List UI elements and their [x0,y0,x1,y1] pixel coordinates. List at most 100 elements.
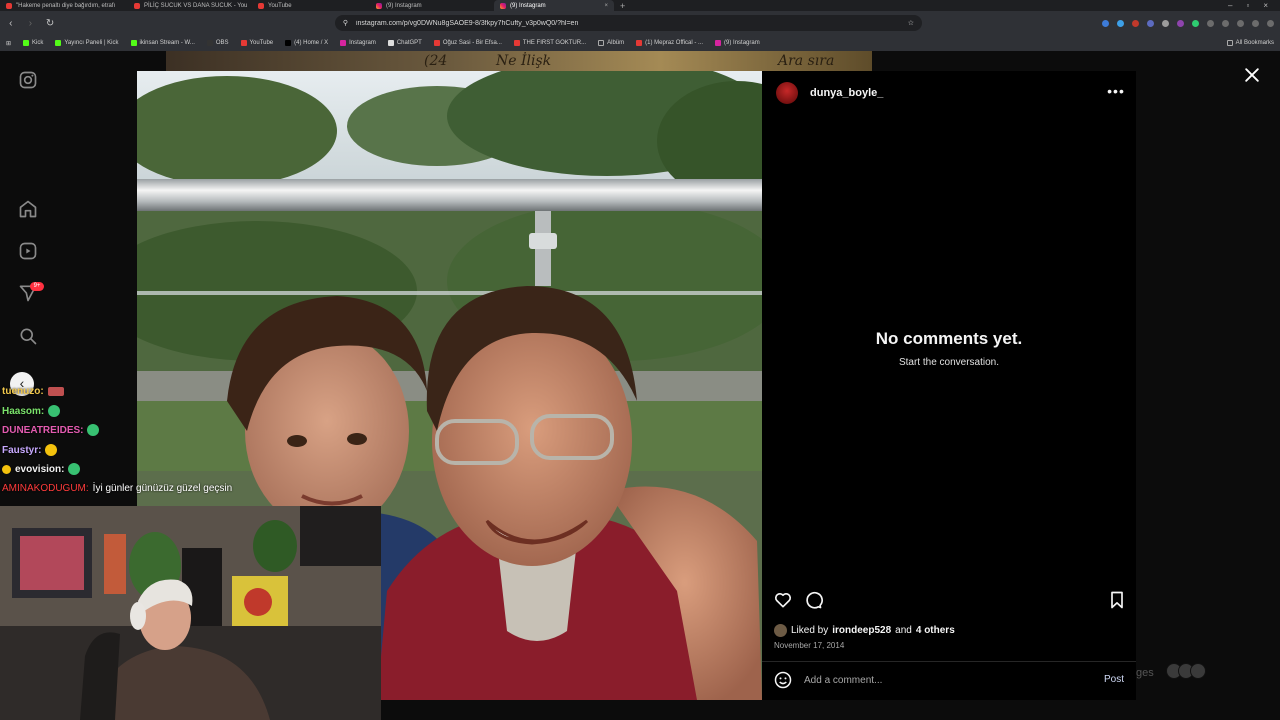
comment-icon[interactable] [803,590,823,610]
background-text: Ne İlişk [496,53,552,69]
close-icon[interactable] [1242,65,1262,85]
comment-input[interactable] [804,673,1084,687]
divider [762,661,1136,662]
youtube-icon [433,40,440,46]
no-comments-title: No comments yet. [875,329,1023,348]
chat-username: Haasom: [2,405,45,417]
folder-icon [1226,40,1233,46]
liked-by-others[interactable]: 4 others [916,625,955,636]
bookmark-item[interactable]: Albüm [598,40,624,46]
close-tab-icon[interactable]: × [604,3,608,9]
liked-by-and: and [895,625,912,636]
bookmark-item[interactable]: OBS [206,40,229,46]
extension-icon[interactable] [1221,19,1229,27]
bookmark-item[interactable]: Oğuz Sasi - Bir Efsa... [433,40,502,46]
new-tab-button[interactable]: + [614,1,631,11]
folder-icon [598,40,605,46]
instagram-icon [715,40,722,46]
bookmark-label: Albüm [607,40,625,46]
reload-icon[interactable]: ↻ [45,18,55,29]
extension-icon[interactable] [1116,19,1124,27]
emote-icon [68,463,81,475]
more-options-icon[interactable]: ••• [1106,83,1126,103]
obs-icon [206,40,213,46]
bookmark-item[interactable]: (4) Home / X [285,40,328,46]
post-date: November 17, 2014 [774,641,845,650]
all-bookmarks-button[interactable]: All Bookmarks [1226,40,1274,46]
browser-tab[interactable]: YouTube [252,0,370,11]
bookmark-item[interactable]: ChatGPT [387,40,422,46]
extension-icon[interactable] [1266,19,1274,27]
extension-icon[interactable] [1146,19,1154,27]
liker-avatar[interactable] [774,624,787,637]
bookmark-label: Instagram [349,40,376,46]
tab-title: (9) Instagram [510,2,546,9]
extension-icon[interactable] [1191,19,1199,27]
save-bookmark-icon[interactable] [1107,590,1127,610]
bookmark-item[interactable]: Instagram [340,40,376,46]
close-window-icon[interactable]: × [1263,1,1268,10]
bookmark-item[interactable]: ikinsan Stream - W... [130,40,195,46]
extension-icon[interactable] [1236,19,1244,27]
forward-icon[interactable]: › [26,18,36,29]
chat-message: evovision: [2,463,81,475]
chat-username: evovision: [15,463,65,475]
bookmark-item[interactable]: Kick [23,40,43,46]
youtube-icon [134,2,140,9]
notification-badge: 9+ [30,282,44,291]
bookmark-item[interactable]: THE FIRST GOKTUR... [513,40,586,46]
emoji-icon[interactable] [773,670,793,690]
bookmark-label: Oğuz Sasi - Bir Efsa... [442,40,502,46]
emote-icon [47,387,64,396]
bookmark-label: YouTube [249,40,274,46]
browser-tab[interactable]: "Hakeme penaltı diye bağırdım, etrafı [0,0,128,11]
tab-title: YouTube [268,2,292,9]
bookmark-item[interactable]: (1) Mepraz Offical - ... [636,40,703,46]
kick-icon [23,40,30,46]
liker-username[interactable]: irondeep528 [832,625,891,636]
extension-icon[interactable] [1176,19,1184,27]
tab-title: PİLİÇ SUCUK VS DANA SUCUK - You [144,2,248,9]
search-icon[interactable] [18,326,38,346]
youtube-icon [258,2,264,9]
browser-tab[interactable]: PİLİÇ SUCUK VS DANA SUCUK - You [128,0,252,11]
extension-icon[interactable] [1131,19,1139,27]
home-icon[interactable] [18,199,38,219]
messages-avatars[interactable] [1166,663,1206,679]
instagram-logo-icon[interactable] [18,70,38,90]
apps-grid-icon[interactable]: ⊞ [6,40,11,47]
chat-username: Faustyr: [2,444,42,456]
extension-icon[interactable] [1161,19,1169,27]
bookmarks-bar: ⊞ Kick Yayıncı Paneli | Kick ikinsan Str… [0,35,1280,51]
like-heart-icon[interactable] [773,590,793,610]
extension-icon[interactable] [1251,19,1259,27]
reels-icon[interactable] [18,241,38,261]
maximize-icon[interactable]: ▫ [1246,1,1249,10]
bookmark-item[interactable]: (9) Instagram [715,40,760,46]
bookmark-item[interactable]: YouTube [240,40,274,46]
bookmark-item[interactable]: Yayıncı Paneli | Kick [55,40,119,46]
badge-icon [2,464,11,474]
messages-label[interactable]: ges [1136,667,1154,679]
post-panel: dunya_boyle_ ••• No comments yet. Start … [762,71,1136,700]
chat-username: AMINAKODUGUM: [2,483,89,494]
address-toolbar: ‹ › ↻ ⚲ instagram.com/p/vg0DWNu8gSAOE9-8… [0,11,1280,35]
avatar[interactable] [776,82,798,104]
star-icon[interactable]: ☆ [908,19,914,27]
post-username[interactable]: dunya_boyle_ [810,87,883,99]
bookmark-label: (9) Instagram [724,40,760,46]
site-info-icon[interactable]: ⚲ [343,19,348,27]
url-bar[interactable]: ⚲ instagram.com/p/vg0DWNu8gSAOE9-8/3fkpy… [334,15,922,31]
tab-title: (9) Instagram [386,2,422,9]
back-icon[interactable]: ‹ [6,18,16,29]
extension-icon[interactable] [1101,19,1109,27]
emote-icon [87,424,100,436]
browser-tab-active[interactable]: (9) Instagram × [494,0,614,11]
extension-icon[interactable] [1206,19,1214,27]
instagram-icon [376,2,382,9]
browser-tab[interactable]: (9) Instagram [370,0,494,11]
chat-message: Faustyr: [2,444,58,456]
instagram-icon [500,2,506,9]
minimize-icon[interactable]: – [1228,1,1232,10]
post-comment-button[interactable]: Post [1104,674,1124,685]
